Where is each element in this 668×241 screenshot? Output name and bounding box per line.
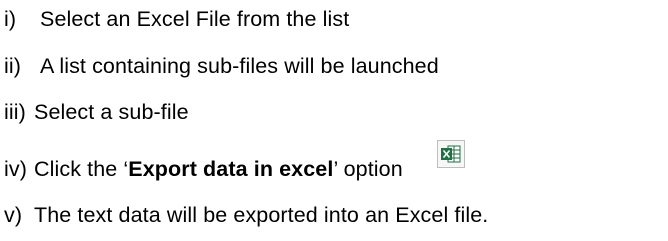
instruction-list: i) Select an Excel File from the list ii… — [0, 0, 668, 241]
step-text: A list containing sub-files will be laun… — [40, 54, 439, 78]
step-4: iv) Click the ‘Export data in excel’ opt… — [4, 156, 403, 182]
step-3: iii) Select a sub-file — [4, 99, 189, 125]
step-number: iii) — [4, 100, 26, 124]
step-2: ii) A list containing sub-files will be … — [4, 53, 439, 79]
step-text-after: ’ option — [333, 157, 403, 181]
export-option-name: Export data in excel — [128, 157, 334, 181]
step-number: ii) — [4, 54, 22, 78]
step-number: v) — [4, 203, 23, 227]
step-text: Select an Excel File from the list — [40, 7, 350, 31]
step-text: Select a sub-file — [34, 100, 189, 124]
excel-export-icon[interactable] — [437, 140, 465, 168]
step-text: The text data will be exported into an E… — [34, 203, 489, 227]
step-number: i) — [4, 7, 17, 31]
step-5: v) The text data will be exported into a… — [4, 202, 488, 228]
step-1: i) Select an Excel File from the list — [4, 6, 349, 32]
step-text-before: Click the ‘ — [34, 157, 129, 181]
excel-export-icon-graphic — [441, 145, 461, 163]
step-number: iv) — [4, 157, 27, 181]
